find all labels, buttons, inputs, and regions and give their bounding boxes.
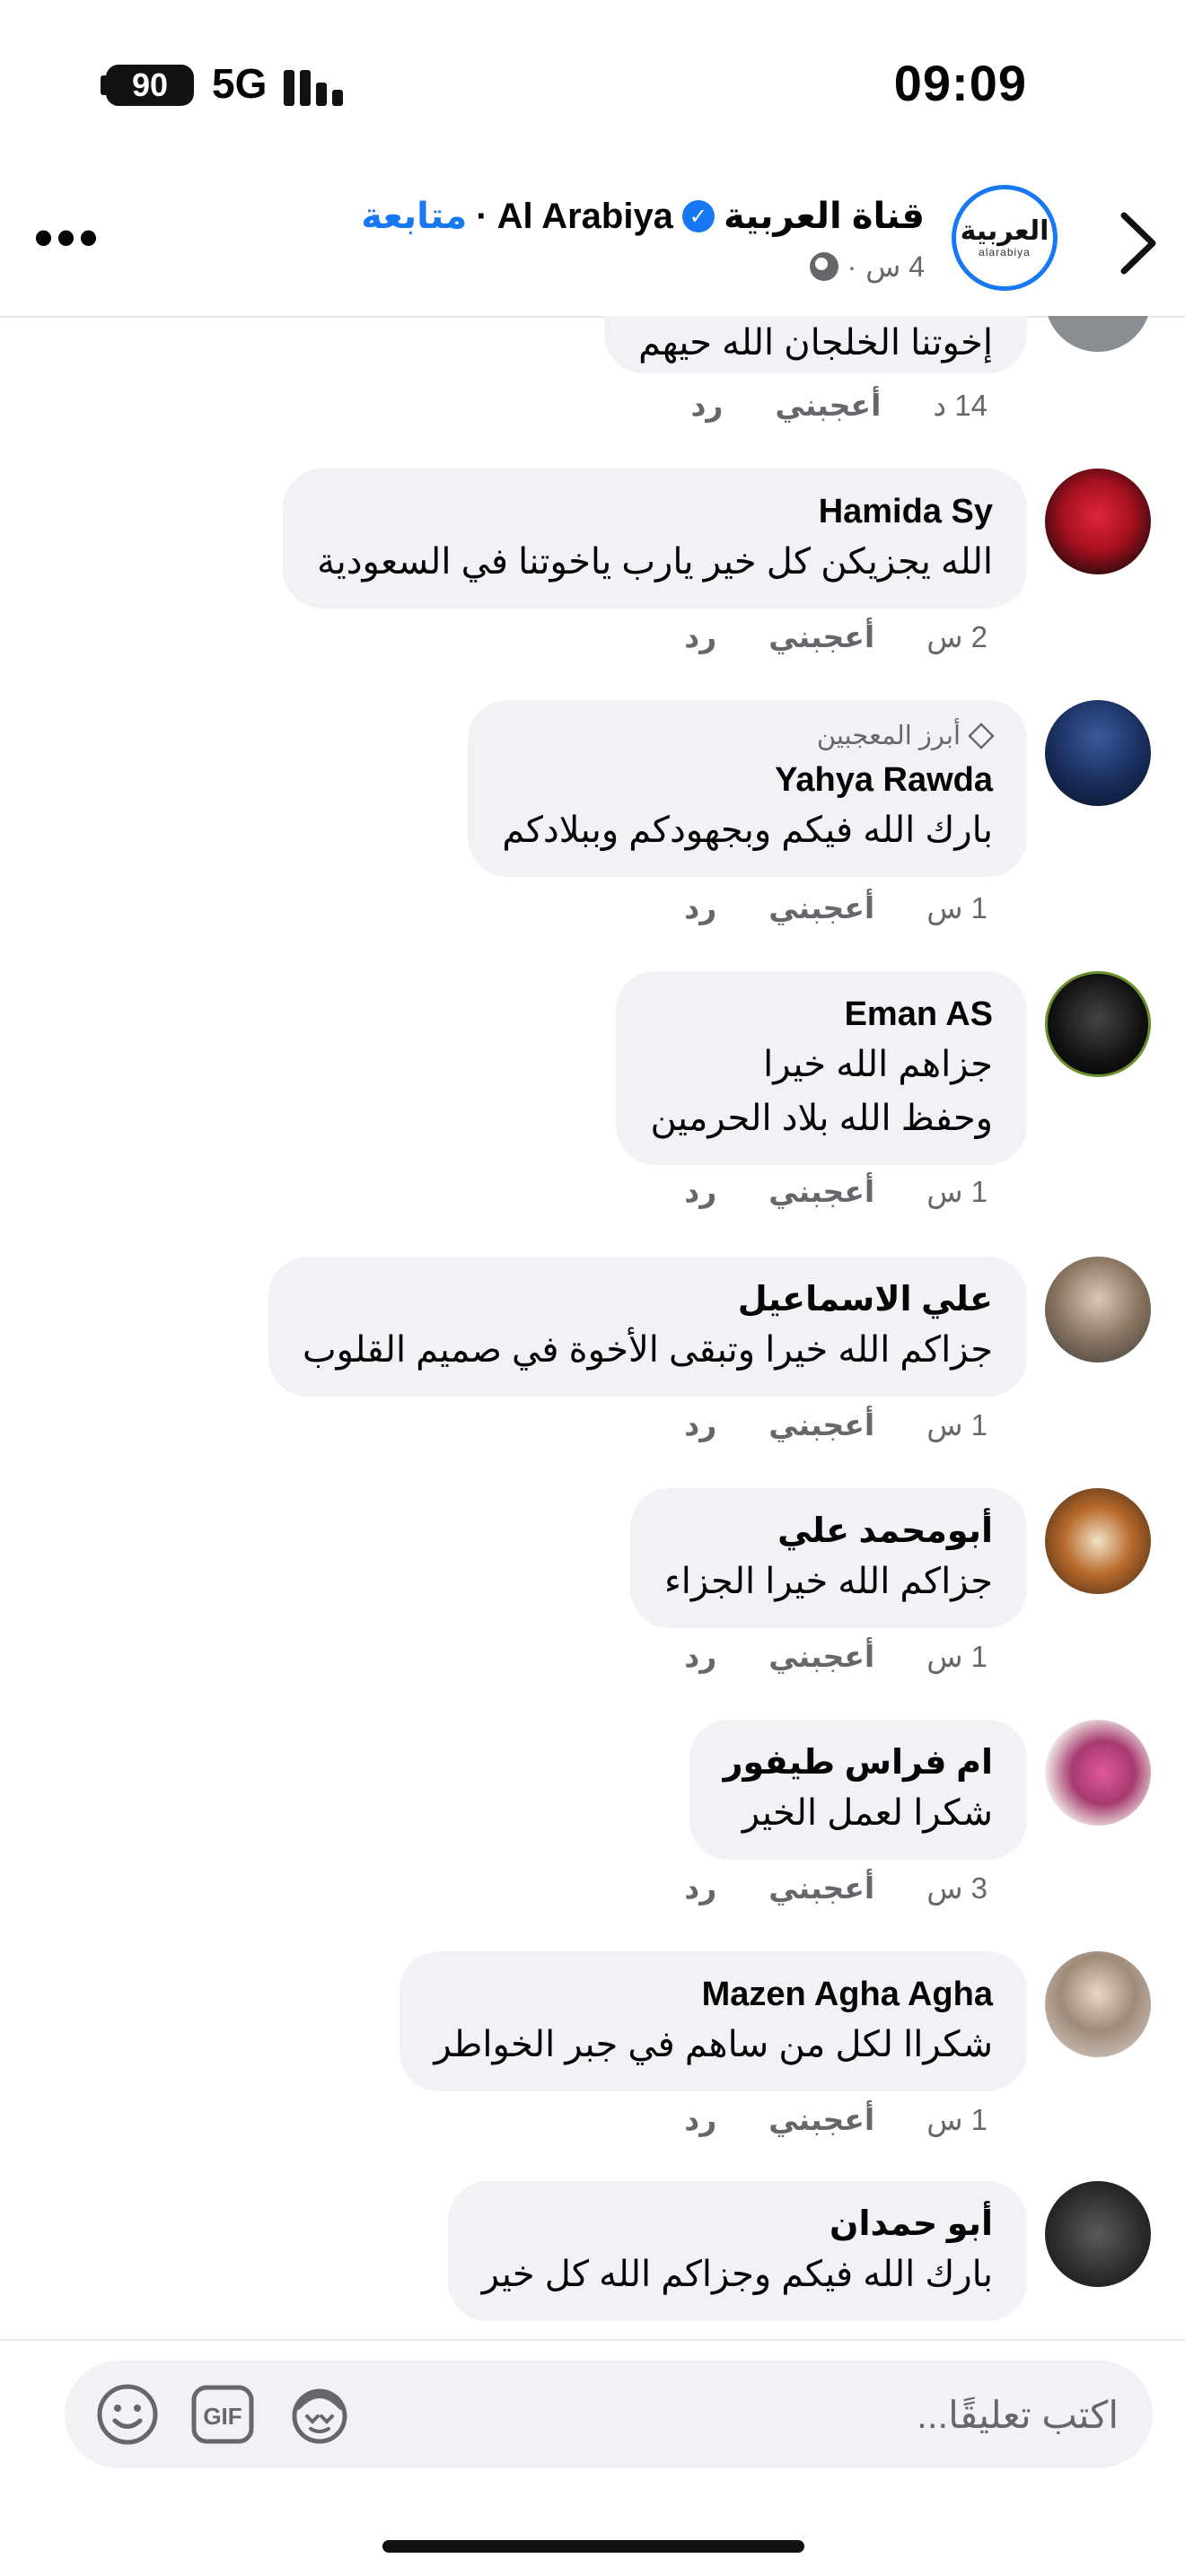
avatar[interactable] (1045, 700, 1151, 806)
composer-bar[interactable]: GIF (65, 2361, 1153, 2470)
comment-text: شكرا لعمل الخير (742, 1793, 993, 1833)
comment-bubble[interactable]: أبومحمد علي جزاكم الله خيرا الجزاء (630, 1488, 1027, 1628)
comment-time[interactable]: 3 س (926, 1871, 988, 1906)
reply-button[interactable]: رد (684, 1871, 716, 1906)
like-button[interactable]: أعجبني (768, 619, 874, 654)
avatar[interactable] (1045, 1488, 1151, 1594)
comment-author[interactable]: Hamida Sy (317, 488, 993, 535)
top-fan-label: أبرز المعجبين (816, 722, 961, 750)
comment-author[interactable]: أبومحمد علي (664, 1508, 993, 1555)
battery-indicator: 90 (106, 65, 194, 106)
page-title: قناة العربية ✓ Al Arabiya · متابعة (361, 196, 925, 237)
comment-actions: 3 س أعجبني رد (684, 1871, 988, 1906)
page-name[interactable]: قناة العربية (724, 196, 925, 237)
reply-button[interactable]: رد (684, 619, 716, 654)
comment-author[interactable]: Eman AS (650, 991, 993, 1038)
more-options-icon[interactable]: ••• (34, 211, 101, 265)
comment-list[interactable]: إخوتنا الخلجان الله حيهم 14 د أعجبني رد … (0, 316, 1185, 2335)
comment-bubble[interactable]: أبو حمدان بارك الله فيكم وجزاكم الله كل … (447, 2181, 1027, 2321)
like-button[interactable]: أعجبني (768, 2102, 874, 2137)
comment-author[interactable]: Mazen Agha Agha (434, 1971, 993, 2018)
comment-bubble[interactable]: Hamida Sy الله يجزيكن كل خير يارب ياخوتن… (283, 469, 1027, 609)
comment-actions: 2 س أعجبني رد (684, 619, 988, 654)
like-button[interactable]: أعجبني (775, 388, 881, 423)
avatar[interactable] (1045, 1951, 1151, 2057)
network-type: 5G (212, 60, 268, 107)
avatar[interactable] (1045, 1720, 1151, 1826)
like-button[interactable]: أعجبني (768, 1639, 874, 1674)
avatar[interactable] (1045, 971, 1151, 1077)
like-button[interactable]: أعجبني (768, 1174, 874, 1209)
avatar-logo-ar: العربية (960, 216, 1049, 246)
reply-button[interactable]: رد (684, 1639, 716, 1674)
comment-text: بارك الله فيكم وبجهودكم وببلادكم (502, 810, 993, 850)
comment-text: جزاكم الله خيرا الجزاء (664, 1562, 993, 1601)
clock: 09:09 (893, 55, 1027, 111)
comment-bubble[interactable]: علي الاسماعيل جزاكم الله خيرا وتبقى الأخ… (268, 1257, 1027, 1397)
home-indicator (382, 2540, 804, 2553)
comment-text: جزاهم الله خيرا وحفظ الله بلاد الحرمين (650, 1045, 993, 1138)
status-bar: 90 5G 09:09 (0, 0, 1185, 171)
comment-time[interactable]: 1 س (926, 1639, 988, 1674)
reply-button[interactable]: رد (684, 2102, 716, 2137)
avatar[interactable] (1045, 469, 1151, 574)
gif-label: GIF (203, 2403, 241, 2430)
comment-author[interactable]: أبو حمدان (482, 2201, 993, 2247)
emoji-icon[interactable] (93, 2380, 162, 2449)
reply-button[interactable]: رد (691, 388, 724, 423)
comment-bubble[interactable]: إخوتنا الخلجان الله حيهم (604, 316, 1027, 373)
comment-text: إخوتنا الخلجان الله حيهم (638, 323, 993, 363)
comment-author[interactable]: علي الاسماعيل (303, 1276, 993, 1323)
diamond-icon (968, 722, 995, 749)
follow-button[interactable]: متابعة (361, 196, 467, 237)
comment-bubble[interactable]: أبرز المعجبين Yahya Rawda بارك الله فيكم… (468, 700, 1027, 877)
comment-actions: 1 س أعجبني رد (684, 1407, 988, 1442)
avatar-sticker-icon[interactable] (285, 2380, 354, 2449)
gif-icon[interactable]: GIF (189, 2380, 257, 2449)
reply-button[interactable]: رد (684, 890, 716, 925)
page-name-en[interactable]: Al Arabiya (497, 197, 673, 237)
separator-dot: · (476, 196, 488, 236)
like-button[interactable]: أعجبني (768, 890, 874, 925)
comment-actions: 1 س أعجبني رد (684, 890, 988, 925)
comment-actions: 1 س أعجبني رد (684, 2102, 988, 2137)
page-avatar[interactable]: العربية alarabiya (952, 185, 1058, 291)
post-header: ••• العربية alarabiya قناة العربية ✓ Al … (0, 171, 1185, 318)
comment-input[interactable] (399, 2361, 1120, 2470)
back-icon[interactable] (1097, 203, 1178, 284)
comment-text: بارك الله فيكم وجزاكم الله كل خير (481, 2255, 993, 2294)
comment-time[interactable]: 1 س (926, 1407, 988, 1442)
top-fan-badge: أبرز المعجبين (502, 720, 995, 751)
meta-dot: · (847, 250, 857, 283)
like-button[interactable]: أعجبني (768, 1871, 874, 1906)
comment-time[interactable]: 1 س (926, 1174, 988, 1209)
comment-time[interactable]: 1 س (926, 890, 988, 925)
avatar[interactable] (1045, 316, 1151, 352)
post-meta: 4 س · (809, 250, 925, 284)
comment-text: جزاكم الله خيرا وتبقى الأخوة في صميم الق… (302, 1330, 993, 1370)
comment-actions: 1 س أعجبني رد (684, 1174, 988, 1209)
post-age[interactable]: 4 س (865, 250, 925, 284)
comment-author[interactable]: ام فراس طيفور (724, 1739, 993, 1786)
signal-icon (284, 65, 347, 106)
comment-bubble[interactable]: Eman AS جزاهم الله خيرا وحفظ الله بلاد ا… (616, 971, 1027, 1165)
reply-button[interactable]: رد (684, 1407, 716, 1442)
avatar[interactable] (1045, 2181, 1151, 2287)
comment-text: شكراا لكل من ساهم في جبر الخواطر (434, 2025, 993, 2064)
like-button[interactable]: أعجبني (768, 1407, 874, 1442)
comment-author[interactable]: Yahya Rawda (502, 757, 993, 803)
comment-time[interactable]: 1 س (926, 2102, 988, 2137)
globe-icon (809, 252, 838, 281)
comment-actions: 14 د أعجبني رد (691, 388, 988, 423)
comment-bubble[interactable]: Mazen Agha Agha شكراا لكل من ساهم في جبر… (399, 1951, 1027, 2091)
reply-button[interactable]: رد (684, 1174, 716, 1209)
comment-actions: 1 س أعجبني رد (684, 1639, 988, 1674)
avatar-logo-en: alarabiya (979, 246, 1031, 258)
comment-text: الله يجزيكن كل خير يارب ياخوتنا في السعو… (317, 542, 993, 582)
verified-badge-icon: ✓ (681, 200, 715, 232)
comment-bubble[interactable]: ام فراس طيفور شكرا لعمل الخير (689, 1720, 1027, 1860)
avatar[interactable] (1045, 1257, 1151, 1362)
comment-time[interactable]: 14 د (933, 388, 988, 423)
comment-time[interactable]: 2 س (926, 619, 988, 654)
